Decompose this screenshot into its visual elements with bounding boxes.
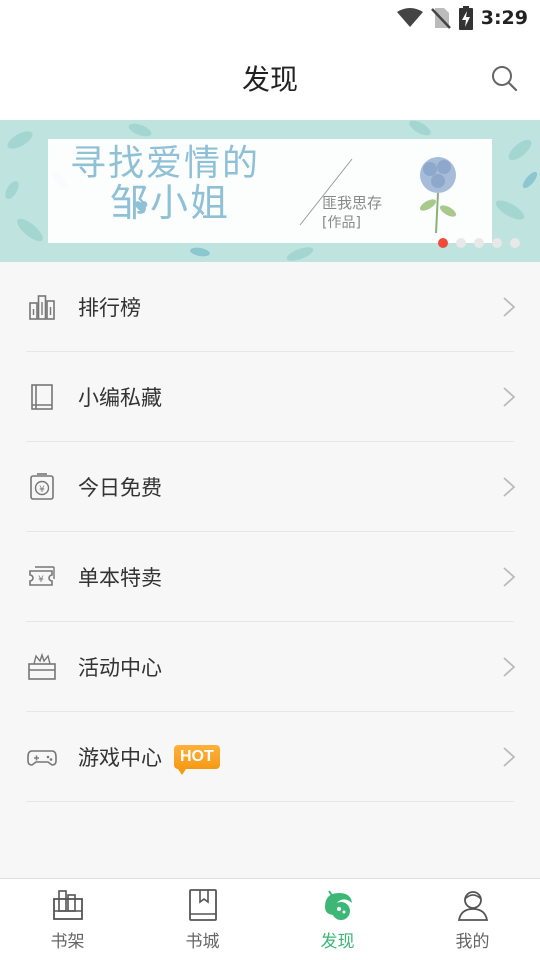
status-time: 3:29 (480, 7, 528, 29)
carousel-dot[interactable] (510, 238, 520, 248)
bookstore-icon (188, 889, 217, 921)
menu-item-label: 游戏中心 (78, 746, 162, 770)
menu-item-game-center[interactable]: 游戏中心 HOT (0, 712, 540, 802)
chevron-right-icon (503, 477, 516, 497)
menu-item-ranking[interactable]: 排行榜 (0, 262, 540, 352)
ranking-icon (29, 295, 55, 320)
ticket-icon: ¥ (29, 566, 55, 586)
chevron-right-icon (503, 567, 516, 587)
menu-item-editors-picks[interactable]: 小编私藏 (0, 352, 540, 442)
menu-item-label: 今日免费 (78, 476, 162, 500)
tab-bookshelf[interactable]: 书架 (0, 879, 135, 960)
gift-box-icon (28, 652, 56, 680)
tab-label: 书架 (50, 932, 85, 952)
chevron-right-icon (503, 387, 516, 407)
status-icons: 3:29 (396, 6, 528, 30)
tab-bookstore[interactable]: 书城 (135, 879, 270, 960)
svg-text:¥: ¥ (39, 485, 45, 495)
tab-label: 我的 (455, 932, 490, 952)
chevron-right-icon (503, 657, 516, 677)
chevron-right-icon (503, 747, 516, 767)
hot-badge: HOT (174, 745, 220, 775)
banner-author: 匪我思存 (322, 194, 383, 212)
bottom-nav: 书架 书城 发现 我的 (0, 878, 540, 960)
carousel-indicator (438, 238, 520, 248)
page-title: 发现 (241, 63, 298, 96)
carousel-dot[interactable] (474, 238, 484, 248)
chevron-right-icon (503, 297, 516, 317)
tab-discover[interactable]: 发现 (270, 879, 405, 960)
search-icon[interactable] (490, 64, 518, 92)
bookshelf-icon (52, 890, 83, 920)
profile-icon (457, 891, 488, 921)
battery-charging-icon (458, 6, 473, 30)
menu-item-label: 排行榜 (78, 296, 141, 320)
no-sim-icon (430, 8, 451, 29)
menu-item-free-today[interactable]: ¥ 今日免费 (0, 442, 540, 532)
menu-item-label: 单本特卖 (78, 566, 162, 590)
free-coupon-icon: ¥ (30, 473, 54, 500)
carousel-dot[interactable] (438, 238, 448, 248)
banner-subtitle: 邹小姐 (110, 181, 231, 225)
status-bar: 3:29 (0, 0, 540, 36)
promo-banner[interactable]: 寻找爱情的 邹小姐 匪我思存 [作品] (0, 120, 540, 262)
header: 发现 (0, 36, 540, 120)
discover-menu: 排行榜 小编私藏 ¥ 今日免费 ¥ 单本特卖 活动中心 游戏中心 HOT (0, 262, 540, 802)
wifi-icon (396, 8, 423, 27)
menu-item-label: 小编私藏 (78, 386, 162, 410)
discover-icon (324, 890, 352, 920)
menu-item-label: 活动中心 (78, 656, 162, 680)
flower-illustration (419, 157, 457, 234)
banner-works-label: [作品] (322, 215, 361, 231)
menu-item-activity-center[interactable]: 活动中心 (0, 622, 540, 712)
svg-text:¥: ¥ (38, 575, 44, 585)
tab-label: 书城 (185, 932, 220, 952)
gamepad-icon (27, 750, 57, 766)
menu-item-single-sale[interactable]: ¥ 单本特卖 (0, 532, 540, 622)
tab-profile[interactable]: 我的 (405, 879, 540, 960)
carousel-dot[interactable] (456, 238, 466, 248)
book-icon (31, 384, 53, 410)
carousel-dot[interactable] (492, 238, 502, 248)
tab-label: 发现 (320, 932, 355, 952)
